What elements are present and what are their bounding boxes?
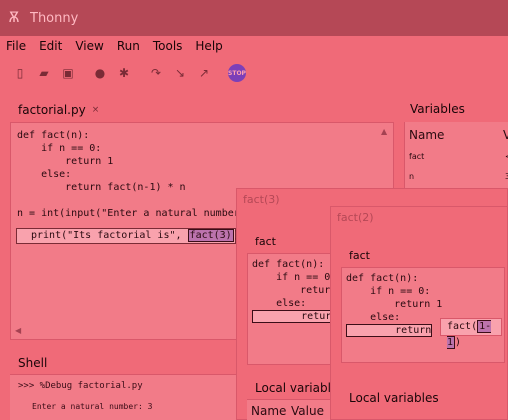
menu-help[interactable]: Help — [195, 39, 222, 53]
local-vars-name-header: Name — [251, 404, 287, 418]
current-line-highlight: print("Its factorial is", fact(3)) — [16, 228, 240, 244]
step-into-icon[interactable]: ↘ — [172, 65, 188, 81]
editor-tab-label: factorial.py — [18, 103, 86, 117]
scroll-up-icon[interactable]: ▲ — [381, 127, 389, 136]
local-variables-panel: Name Value — [247, 399, 333, 420]
toolbar: ▯ ▰ ▣ ● ✱ ↷ ↘ ↗ STOP — [0, 58, 508, 88]
local-vars-value-header: Value — [291, 404, 324, 418]
code-line: def fact(n): — [252, 259, 325, 270]
frame-code: def fact(n): if n == 0: retur else: retu… — [252, 258, 336, 323]
menu-run[interactable]: Run — [117, 39, 140, 53]
call-close: ) — [455, 337, 462, 348]
stop-icon[interactable]: STOP — [228, 64, 246, 82]
menu-bar: File Edit View Run Tools Help — [0, 36, 508, 56]
evaluation-tooltip: fact(1-1) — [440, 318, 502, 349]
new-file-icon[interactable]: ▯ — [12, 65, 28, 81]
frame-function-name: fact — [255, 235, 276, 248]
code-line: def fact(n): — [346, 273, 419, 284]
frame-title: fact(2) — [337, 211, 374, 224]
shell-panel[interactable]: >>> %Debug factorial.py Enter a natural … — [10, 374, 240, 420]
variable-name: n — [409, 172, 415, 181]
variables-tab[interactable]: Variables — [410, 102, 465, 116]
frame-code-view: def fact(n): if n == 0: return 1 else: r… — [341, 267, 505, 363]
current-statement-box: retur — [252, 310, 333, 323]
shell-line: >>> %Debug factorial.py — [18, 381, 143, 391]
shell-line: Enter a natural number: 3 — [32, 402, 153, 411]
code-line: return 1 — [17, 156, 114, 167]
editor-code: def fact(n): if n == 0: return 1 else: r… — [17, 129, 240, 220]
code-line: else: — [252, 298, 307, 309]
highlight-prefix: print("Its factorial is", — [31, 230, 188, 241]
title-bar: Ѫ Thonny — [0, 0, 508, 36]
frame-window-fact2[interactable]: fact(2) fact def fact(n): if n == 0: ret… — [330, 206, 508, 420]
thonny-logo-icon: Ѫ — [8, 10, 20, 26]
run-icon[interactable]: ● — [92, 65, 108, 81]
local-variables-tab[interactable]: Local variables — [349, 391, 439, 405]
scroll-left-icon[interactable]: ◀ — [15, 326, 21, 335]
current-statement-box: return — [346, 324, 433, 337]
variables-value-header: V — [503, 128, 508, 142]
shell-tab[interactable]: Shell — [18, 356, 47, 370]
code-line: if n == 0: — [346, 286, 431, 297]
code-line: retur — [252, 310, 336, 323]
current-call-box: fact(3) — [187, 229, 234, 242]
step-over-icon[interactable]: ↷ — [148, 65, 164, 81]
editor-tab-factorial[interactable]: factorial.py × — [10, 100, 107, 120]
variable-name: fact — [409, 152, 425, 161]
debug-icon[interactable]: ✱ — [116, 65, 132, 81]
code-line: return — [346, 324, 442, 337]
frame-code: def fact(n): if n == 0: return 1 else: r… — [346, 272, 442, 337]
save-file-icon[interactable]: ▣ — [60, 65, 76, 81]
menu-view[interactable]: View — [75, 39, 103, 53]
close-tab-icon[interactable]: × — [92, 105, 100, 115]
menu-file[interactable]: File — [6, 39, 26, 53]
code-line: else: — [17, 169, 72, 180]
code-line: return 1 — [346, 299, 443, 310]
menu-edit[interactable]: Edit — [39, 39, 62, 53]
code-line: n = int(input("Enter a natural number — [17, 208, 240, 219]
step-out-icon[interactable]: ↗ — [196, 65, 212, 81]
variables-name-header: Name — [409, 128, 445, 142]
call-name: fact( — [447, 321, 478, 332]
frame-code-view: def fact(n): if n == 0: retur else: retu… — [247, 253, 336, 365]
variables-panel: Name V fact < n 3 — [404, 122, 508, 192]
code-line: if n == 0: — [17, 143, 102, 154]
frame-function-name: fact — [349, 249, 370, 262]
code-line: return fact(n-1) * n — [17, 182, 186, 193]
menu-tools[interactable]: Tools — [153, 39, 183, 53]
open-file-icon[interactable]: ▰ — [36, 65, 52, 81]
window-title: Thonny — [30, 10, 79, 26]
code-line: retur — [252, 285, 331, 296]
frame-title: fact(3) — [243, 193, 280, 206]
code-line: else: — [346, 312, 401, 323]
code-line: if n == 0: — [252, 272, 337, 283]
code-line: def fact(n): — [17, 130, 90, 141]
